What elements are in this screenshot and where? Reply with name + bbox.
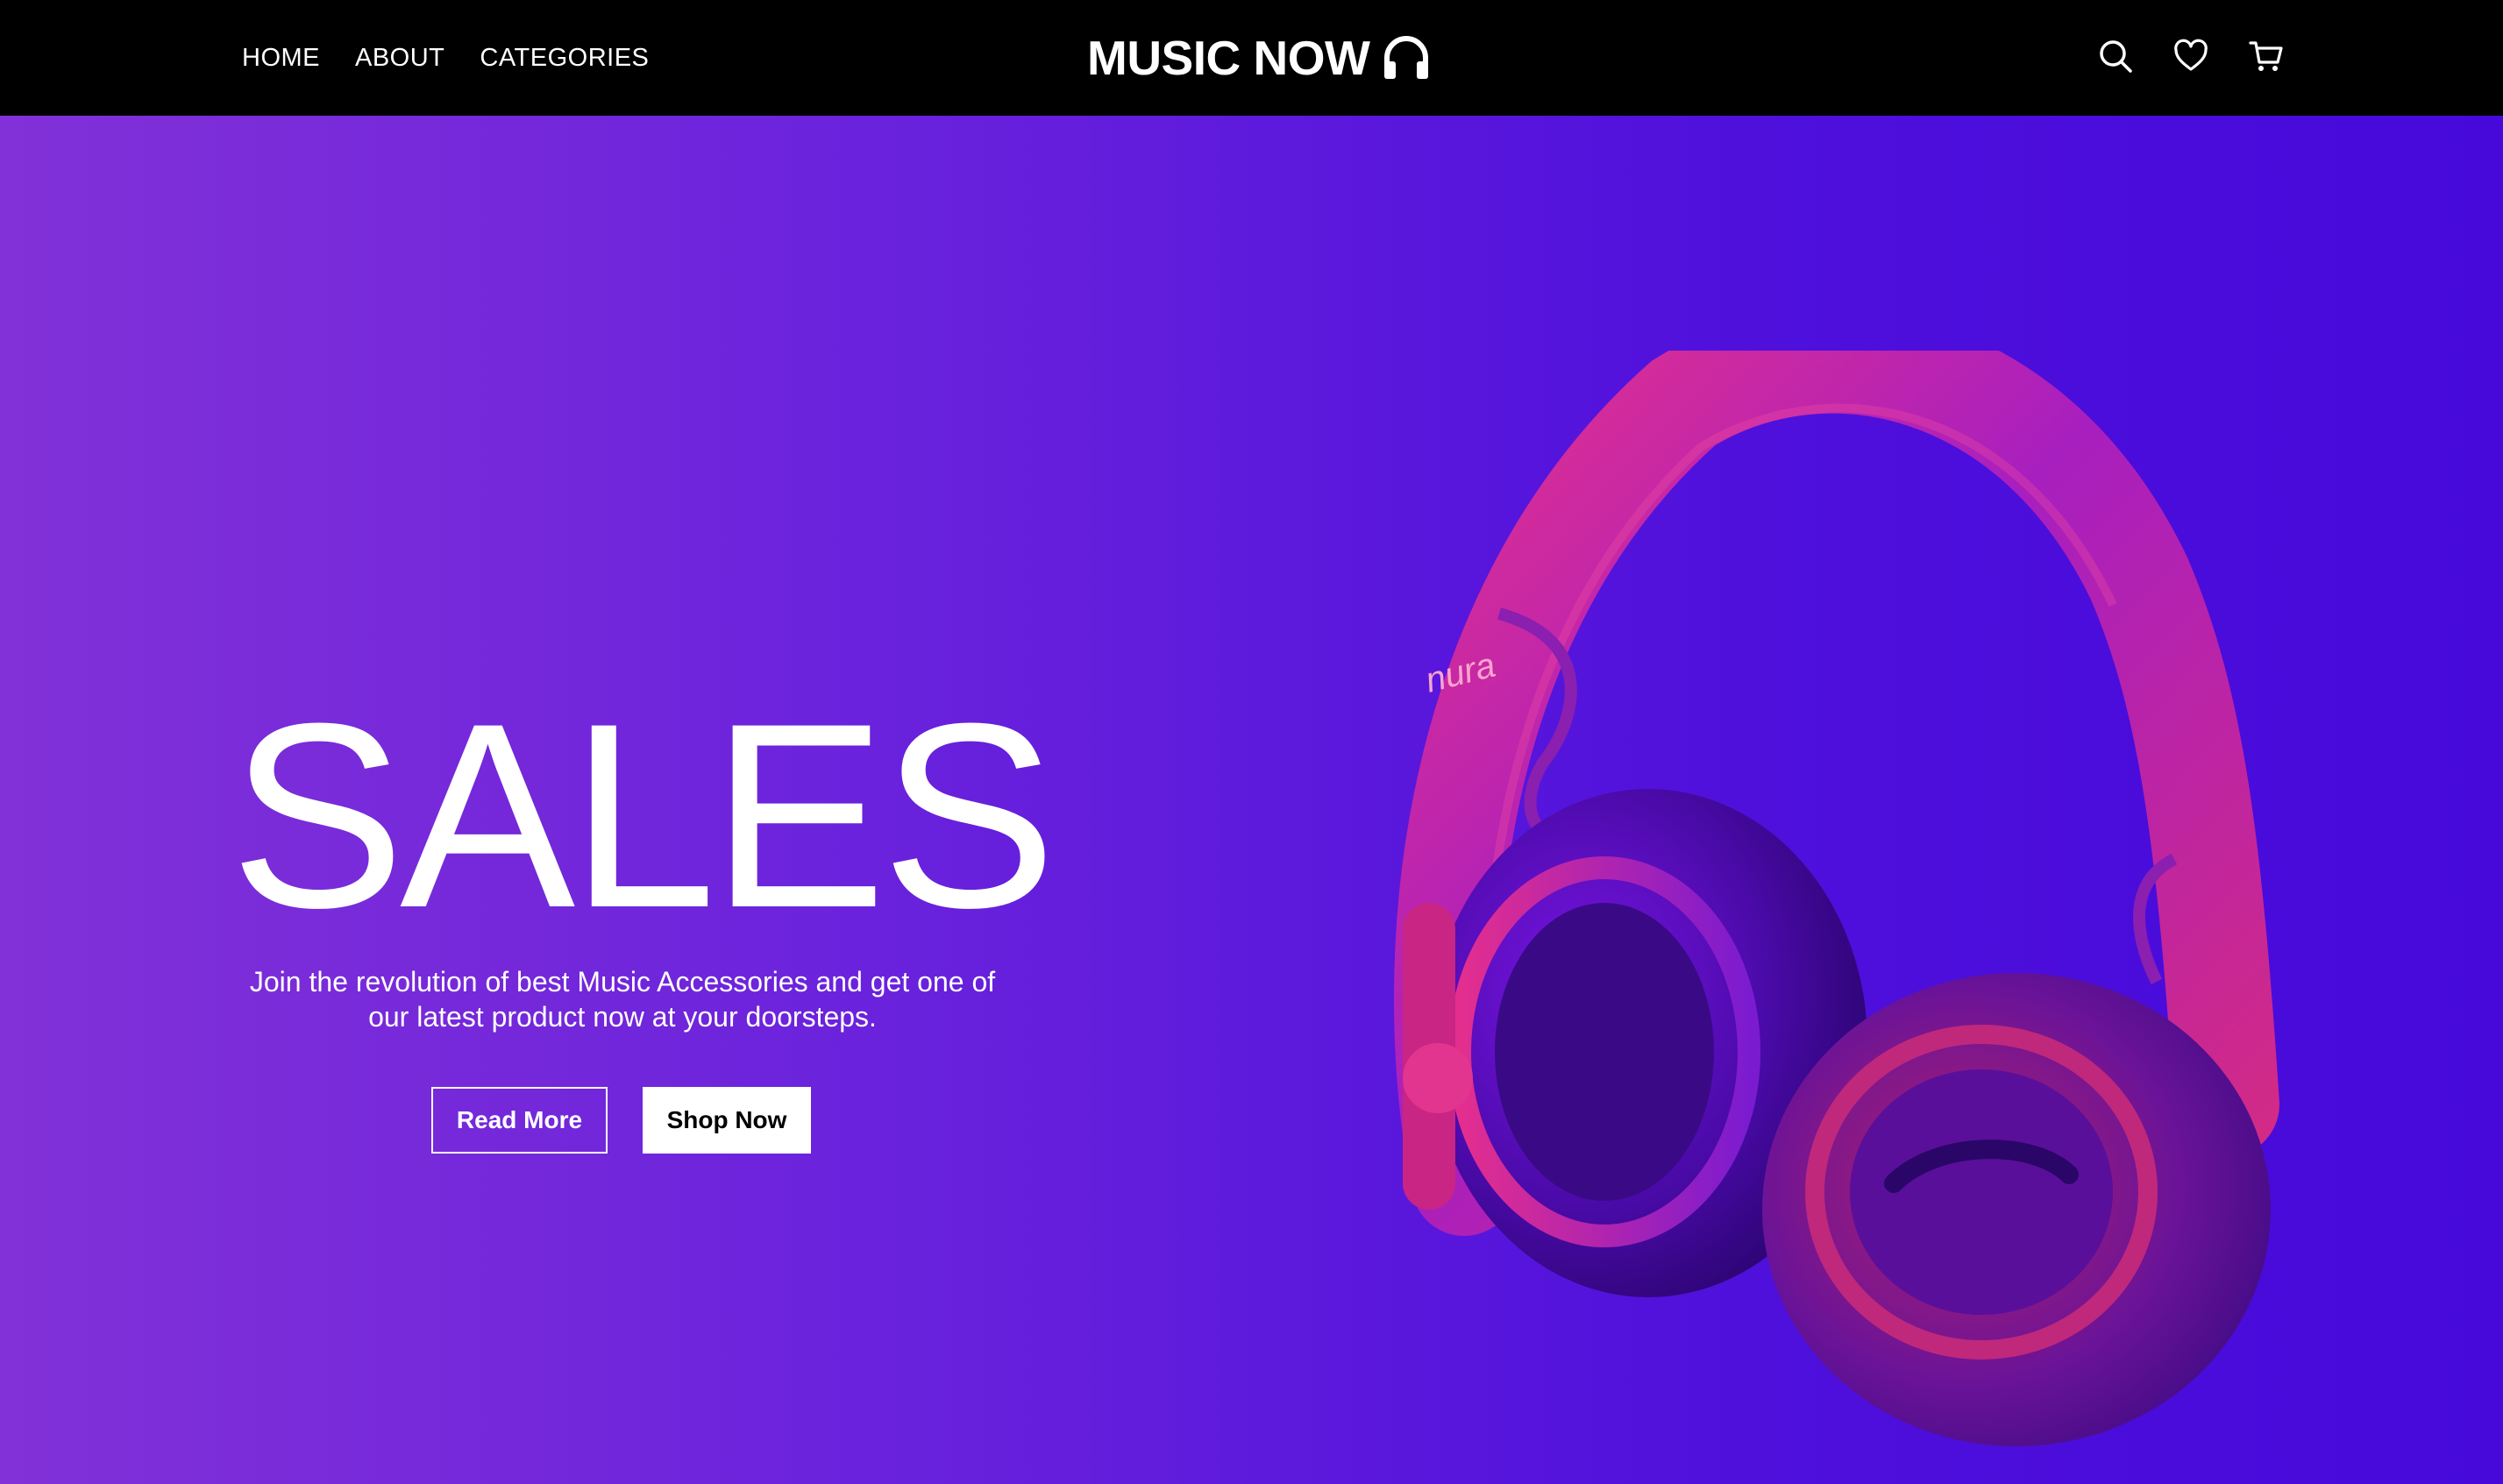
nav-icon-group: [2095, 32, 2286, 81]
cart-icon: [2249, 41, 2283, 71]
search-icon: [2100, 40, 2132, 73]
heart-icon: [2174, 39, 2208, 71]
headphones-product-image: nura: [1394, 351, 2279, 1446]
hero-title: SALES: [230, 668, 1056, 962]
hero-description: Join the revolution of best Music Access…: [249, 966, 996, 1033]
brand-logo[interactable]: MUSIC NOW: [1087, 0, 1433, 116]
nav-link-about[interactable]: ABOUT: [355, 44, 444, 73]
top-navbar: HOME ABOUT CATEGORIES MUSIC NOW: [0, 0, 2503, 116]
shop-now-button[interactable]: Shop Now: [643, 1087, 811, 1154]
headphones-icon: [1384, 36, 1429, 79]
brand-name: MUSIC NOW: [1087, 31, 1370, 85]
nav-links: HOME ABOUT CATEGORIES: [242, 0, 649, 116]
wishlist-button[interactable]: [2171, 36, 2211, 76]
nav-link-categories[interactable]: CATEGORIES: [480, 44, 649, 73]
nav-link-home[interactable]: HOME: [242, 44, 320, 73]
read-more-button[interactable]: Read More: [431, 1087, 608, 1154]
cart-button[interactable]: [2246, 36, 2286, 76]
page: HOME ABOUT CATEGORIES MUSIC NOW SALES Jo…: [0, 0, 2503, 1484]
search-button[interactable]: [2095, 36, 2136, 76]
